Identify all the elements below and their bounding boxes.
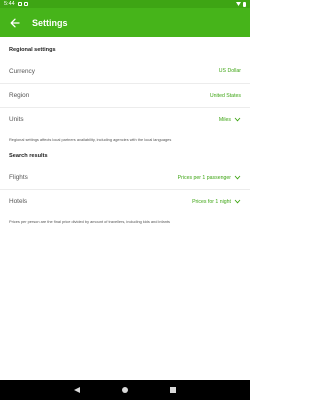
status-bar: 5:44 [0,0,250,8]
page-title: Settings [32,17,68,28]
flights-select[interactable]: Prices per 1 passenger [178,175,241,181]
hotels-row[interactable]: Hotels Prices for 1 night [0,190,250,213]
back-arrow-icon[interactable] [8,16,22,30]
chevron-down-icon [234,199,241,204]
region-value: United States [209,92,241,99]
flights-value: Prices per 1 passenger [177,174,231,181]
chevron-down-icon [234,117,241,122]
units-value: Miles [218,116,231,123]
region-row[interactable]: Region United States [0,84,250,108]
battery-icon [243,1,246,7]
units-row[interactable]: Units Miles [0,108,250,131]
app-bar: Settings [0,8,250,37]
system-nav-bar [0,380,250,400]
flights-row[interactable]: Flights Prices per 1 passenger [0,166,250,190]
region-label: Region [9,92,30,99]
search-results-note: Prices per person are the final price di… [9,219,170,224]
notification-icon [17,2,22,6]
hotels-select[interactable]: Prices for 1 night [192,199,241,205]
currency-label: Currency [9,67,35,75]
regional-settings-header: Regional settings [9,47,56,53]
regional-settings-note: Regional settings affects local partners… [9,137,172,142]
currency-value: US Dollar [218,68,241,74]
chevron-down-icon [234,175,241,180]
search-results-header: Search results [9,153,48,159]
units-label: Units [9,116,24,123]
currency-row[interactable]: Currency US Dollar [0,59,250,84]
nav-recents-icon[interactable] [170,387,176,393]
wifi-icon [236,2,241,6]
nav-home-icon[interactable] [122,387,128,393]
status-indicators [236,1,246,7]
nav-back-icon[interactable] [74,387,80,393]
hotels-label: Hotels [9,198,28,205]
hotels-value: Prices for 1 night [192,198,231,205]
settings-status-icon [23,2,28,6]
flights-label: Flights [9,174,28,181]
status-time: 5:44 [4,1,15,7]
units-select[interactable]: Miles [219,117,241,123]
